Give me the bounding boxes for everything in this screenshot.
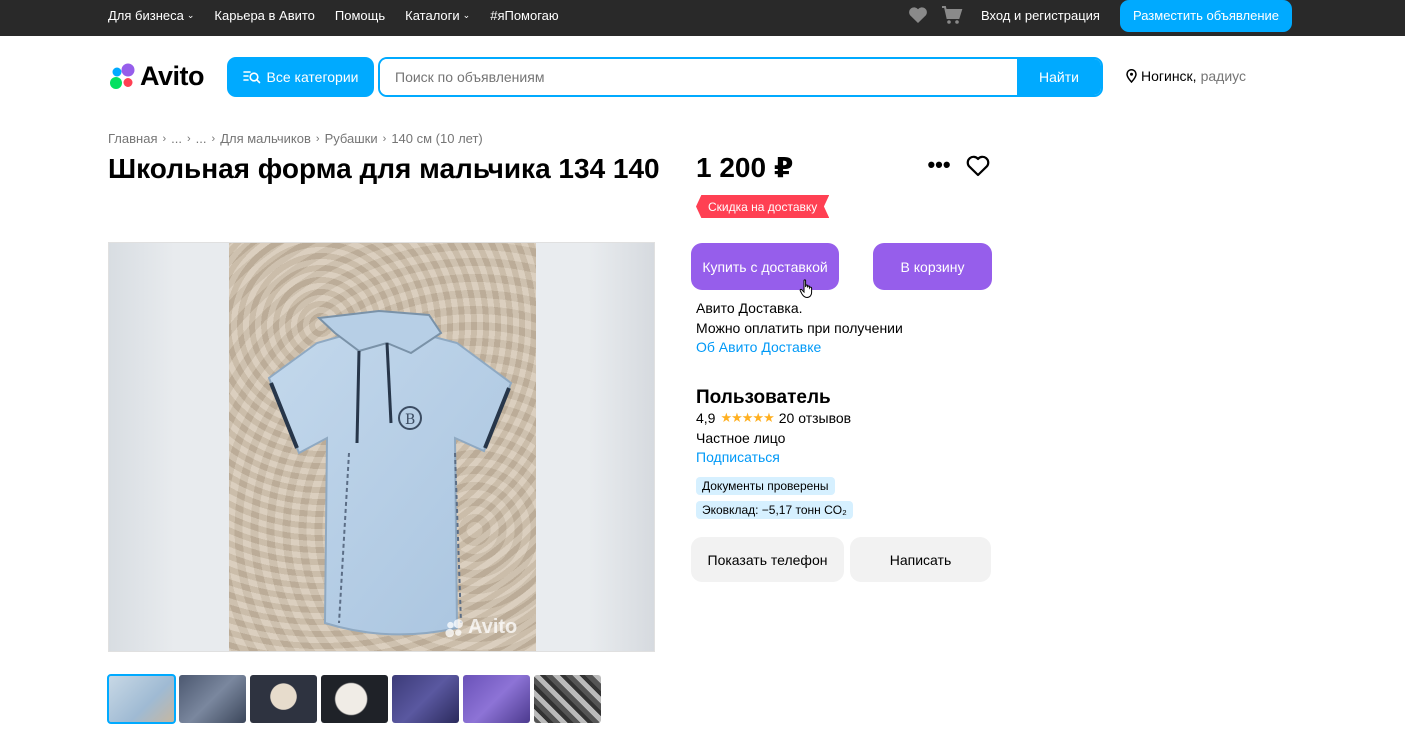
favorite-heart-icon[interactable] bbox=[965, 153, 991, 179]
breadcrumb-item-size[interactable]: 140 см (10 лет) bbox=[391, 131, 482, 146]
write-message-button[interactable]: Написать bbox=[850, 537, 991, 582]
avito-watermark: Avito bbox=[444, 616, 517, 639]
eco-contribution-badge: Эковклад: −5,17 тонн CO₂ bbox=[696, 501, 853, 519]
login-link[interactable]: Вход и регистрация bbox=[981, 8, 1100, 23]
breadcrumb-item-shirts[interactable]: Рубашки bbox=[325, 131, 378, 146]
delivery-line-2: Можно оплатить при получении bbox=[696, 319, 903, 336]
location-radius: радиус bbox=[1200, 68, 1246, 84]
buy-with-delivery-button[interactable]: Купить с доставкой bbox=[691, 243, 839, 290]
breadcrumb-item-home[interactable]: Главная bbox=[108, 131, 157, 146]
breadcrumb-separator: › bbox=[211, 132, 216, 145]
all-categories-button[interactable]: Все категории bbox=[227, 57, 374, 97]
search-input[interactable] bbox=[380, 59, 1017, 95]
seller-type: Частное лицо bbox=[696, 430, 786, 446]
reviews-link[interactable]: 20 отзывов bbox=[779, 410, 851, 426]
nav-catalogs[interactable]: Каталоги ⌄ bbox=[405, 8, 470, 23]
nav-for-business-label: Для бизнеса bbox=[108, 7, 184, 23]
breadcrumb-item-boys[interactable]: Для мальчиков bbox=[220, 131, 311, 146]
nav-career[interactable]: Карьера в Авито bbox=[214, 8, 315, 23]
nav-ya-pomogayu[interactable]: #яПомогаю bbox=[490, 8, 558, 23]
thumbnail-strip bbox=[107, 674, 601, 724]
add-to-cart-button[interactable]: В корзину bbox=[873, 243, 992, 290]
listing-title: Школьная форма для мальчика 134 140 bbox=[108, 153, 660, 184]
chevron-down-icon: ⌄ bbox=[186, 9, 195, 20]
logo-text: Avito bbox=[140, 60, 205, 91]
top-nav: Для бизнеса ⌄ Карьера в Авито Помощь Кат… bbox=[108, 0, 559, 30]
location-city: Ногинск, bbox=[1141, 68, 1197, 84]
delivery-line-1: Авито Доставка. bbox=[696, 300, 803, 316]
subscribe-link[interactable]: Подписаться bbox=[696, 449, 780, 465]
shirt-image: B bbox=[267, 309, 513, 636]
rating-value: 4,9 bbox=[696, 410, 716, 426]
avito-logo-dots-icon bbox=[110, 63, 135, 89]
seller-name[interactable]: Пользователь bbox=[696, 387, 831, 409]
breadcrumb-separator: › bbox=[315, 132, 320, 145]
breadcrumb-separator: › bbox=[187, 132, 191, 145]
nav-catalogs-label: Каталоги bbox=[405, 7, 460, 23]
thumbnail-7[interactable] bbox=[534, 675, 601, 723]
thumbnail-5[interactable] bbox=[392, 675, 459, 723]
price: 1 200 ₽ bbox=[696, 152, 794, 183]
heart-icon[interactable] bbox=[907, 4, 929, 26]
breadcrumb-separator: › bbox=[162, 132, 167, 145]
top-bar-actions: Вход и регистрация Разместить объявление bbox=[907, 0, 1292, 32]
chevron-down-icon: ⌄ bbox=[462, 9, 471, 20]
svg-text:B: B bbox=[405, 412, 415, 428]
seller-rating: 4,9 ★★★★★ 20 отзывов bbox=[696, 410, 851, 426]
watermark-text: Avito bbox=[468, 616, 518, 638]
post-ad-button[interactable]: Разместить объявление bbox=[1119, 0, 1292, 32]
nav-career-label: Карьера в Авито bbox=[214, 7, 315, 23]
thumbnail-3[interactable] bbox=[250, 675, 317, 723]
nav-help[interactable]: Помощь bbox=[335, 8, 385, 23]
main-photo[interactable]: B bbox=[229, 243, 536, 651]
delivery-discount-badge: Скидка на доставку bbox=[696, 195, 830, 218]
location-selector[interactable]: Ногинск, радиус bbox=[1126, 68, 1246, 84]
location-pin-icon bbox=[1126, 69, 1137, 83]
all-categories-label: Все категории bbox=[266, 69, 359, 85]
hand-cursor-icon bbox=[799, 279, 813, 299]
show-phone-button[interactable]: Показать телефон bbox=[691, 537, 844, 582]
rating-stars-icon: ★★★★★ bbox=[720, 410, 774, 425]
search-button[interactable]: Найти bbox=[1017, 59, 1101, 95]
search-bar: Найти bbox=[378, 57, 1103, 97]
photo-gallery[interactable]: B Avito bbox=[108, 242, 655, 652]
cart-icon[interactable] bbox=[941, 4, 963, 26]
about-delivery-link[interactable]: Об Авито Доставке bbox=[696, 338, 903, 358]
nav-ya-pomogayu-label: #яПомогаю bbox=[490, 7, 559, 23]
thumbnail-4[interactable] bbox=[321, 675, 388, 723]
thumbnail-2[interactable] bbox=[179, 675, 246, 723]
categories-search-icon bbox=[242, 71, 260, 84]
nav-help-label: Помощь bbox=[334, 7, 386, 23]
watermark-logo-icon bbox=[445, 618, 463, 637]
more-options-icon[interactable]: ••• bbox=[926, 152, 952, 177]
delivery-info: Авито Доставка. Можно оплатить при получ… bbox=[696, 299, 903, 358]
nav-for-business[interactable]: Для бизнеса ⌄ bbox=[108, 8, 194, 23]
breadcrumb: Главная › ... › ... › Для мальчиков › Ру… bbox=[108, 131, 483, 146]
thumbnail-6[interactable] bbox=[463, 675, 530, 723]
breadcrumb-item-collapsed[interactable]: ... bbox=[171, 131, 182, 146]
breadcrumb-item-collapsed[interactable]: ... bbox=[196, 131, 207, 146]
documents-verified-badge: Документы проверены bbox=[696, 477, 835, 495]
thumbnail-1[interactable] bbox=[107, 674, 176, 724]
top-bar: Для бизнеса ⌄ Карьера в Авито Помощь Кат… bbox=[0, 0, 1405, 36]
breadcrumb-separator: › bbox=[382, 132, 387, 145]
avito-logo[interactable]: Avito bbox=[108, 60, 205, 92]
